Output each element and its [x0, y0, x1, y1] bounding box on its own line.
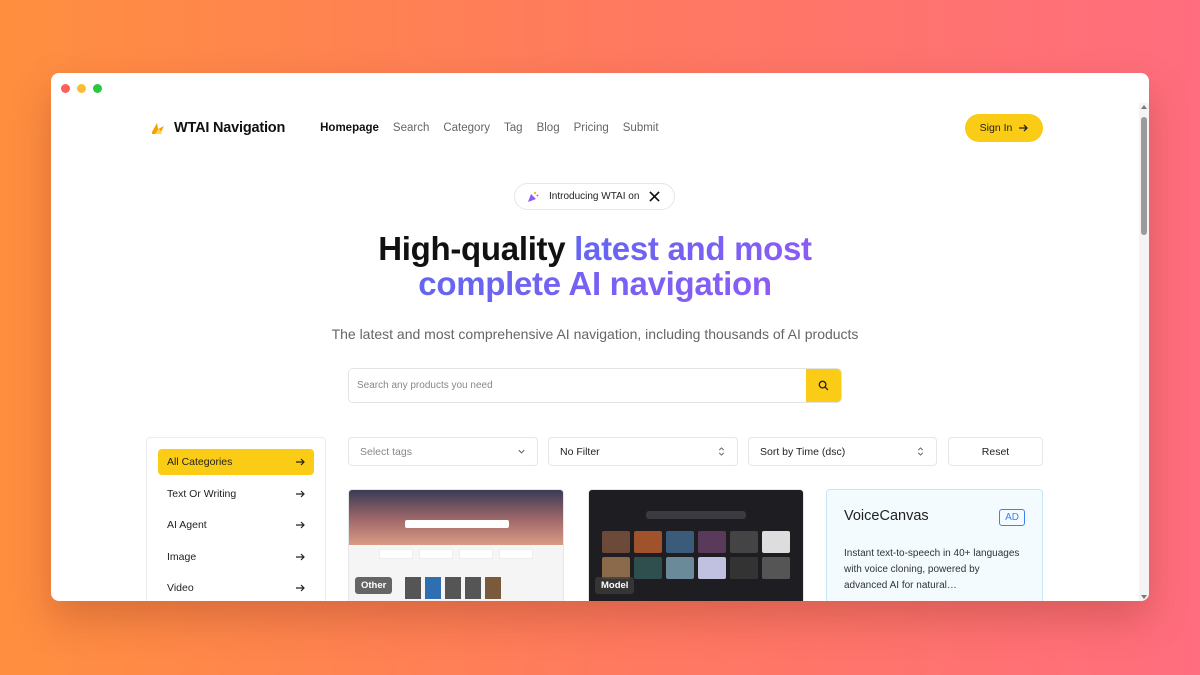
- nav-tag[interactable]: Tag: [504, 122, 523, 134]
- top-navigation: WTAI Navigation Homepage Search Category…: [150, 113, 1043, 143]
- nav-submit[interactable]: Submit: [623, 122, 659, 134]
- vertical-scrollbar[interactable]: [1139, 103, 1149, 601]
- sidebar-item-all-categories[interactable]: All Categories: [158, 449, 314, 475]
- sign-in-label: Sign In: [979, 122, 1013, 134]
- arrow-right-icon: [296, 584, 305, 592]
- nav-category[interactable]: Category: [443, 122, 490, 134]
- product-card[interactable]: Other: [348, 489, 564, 601]
- sidebar-item-label: AI Agent: [167, 519, 207, 531]
- minimize-window-button[interactable]: [77, 84, 86, 93]
- sidebar-item-text-or-writing[interactable]: Text Or Writing: [158, 481, 314, 507]
- sidebar-item-label: All Categories: [167, 456, 233, 468]
- maximize-window-button[interactable]: [93, 84, 102, 93]
- arrow-right-icon: [296, 490, 305, 497]
- search-input[interactable]: [349, 369, 806, 402]
- scroll-up-arrow-icon[interactable]: [1141, 105, 1147, 109]
- card-category-badge: Model: [595, 577, 635, 594]
- reset-label: Reset: [981, 445, 1010, 458]
- wtai-logo-icon: [152, 123, 164, 134]
- nav-search[interactable]: Search: [393, 122, 429, 134]
- hero-subtitle: The latest and most comprehensive AI nav…: [331, 326, 859, 342]
- chevron-up-down-icon: [718, 447, 725, 456]
- sidebar-item-video[interactable]: Video: [158, 575, 314, 601]
- main-menu: Homepage Search Category Tag Blog Pricin…: [320, 122, 658, 134]
- hero-title: High-quality latest and most complete AI…: [51, 231, 1139, 301]
- announcement-pill[interactable]: Introducing WTAI on: [514, 183, 675, 210]
- brand-name: WTAI Navigation: [174, 120, 286, 136]
- arrow-right-icon: [296, 553, 305, 560]
- ad-badge: AD: [999, 509, 1025, 526]
- browser-window: WTAI Navigation Homepage Search Category…: [51, 73, 1149, 601]
- search-button[interactable]: [806, 369, 841, 402]
- ad-title: VoiceCanvas: [844, 508, 929, 524]
- x-logo-icon: [649, 191, 661, 202]
- hero-title-highlight-2: complete AI navigation: [418, 265, 772, 302]
- select-tags-dropdown[interactable]: Select tags: [348, 437, 538, 466]
- product-card[interactable]: Model: [588, 489, 804, 601]
- nav-homepage[interactable]: Homepage: [320, 122, 379, 134]
- card-screenshot: [349, 490, 563, 545]
- sort-select[interactable]: Sort by Time (dsc): [748, 437, 937, 466]
- close-window-button[interactable]: [61, 84, 70, 93]
- card-screenshot: [646, 511, 746, 519]
- brand-link[interactable]: WTAI Navigation: [150, 120, 285, 136]
- announcement-text: Introducing WTAI on: [549, 191, 640, 202]
- sidebar-item-image[interactable]: Image: [158, 544, 314, 570]
- ad-description: Instant text-to-speech in 40+ languages …: [844, 548, 1020, 591]
- hero-title-plain: High-quality: [378, 230, 575, 267]
- sort-select-value: Sort by Time (dsc): [760, 445, 846, 458]
- chevron-down-icon: [518, 449, 525, 454]
- reset-button[interactable]: Reset: [948, 437, 1043, 466]
- select-tags-label: Select tags: [360, 445, 412, 458]
- arrow-right-icon: [1019, 124, 1029, 132]
- nav-pricing[interactable]: Pricing: [574, 122, 609, 134]
- chevron-up-down-icon: [917, 447, 924, 456]
- card-category-badge: Other: [355, 577, 393, 594]
- sidebar-item-ai-agent[interactable]: AI Agent: [158, 512, 314, 538]
- filter-select[interactable]: No Filter: [548, 437, 738, 466]
- arrow-right-icon: [296, 521, 305, 529]
- sidebar-item-label: Text Or Writing: [167, 487, 237, 500]
- filter-select-value: No Filter: [560, 445, 600, 458]
- category-sidebar: All Categories Text Or Writing AI Agent …: [146, 437, 326, 601]
- scrollbar-thumb[interactable]: [1141, 117, 1147, 235]
- sidebar-item-label: Image: [167, 550, 197, 563]
- search-icon: [818, 380, 829, 391]
- nav-blog[interactable]: Blog: [537, 122, 560, 134]
- hero-title-highlight-1: latest and most: [574, 230, 812, 267]
- product-search-bar: [348, 368, 842, 403]
- arrow-right-icon: [296, 458, 305, 466]
- party-popper-icon: [528, 191, 539, 202]
- sign-in-button[interactable]: Sign In: [965, 114, 1043, 142]
- sidebar-item-label: Video: [167, 582, 194, 594]
- window-controls: [61, 84, 102, 93]
- scroll-down-arrow-icon[interactable]: [1141, 595, 1147, 599]
- ad-card[interactable]: VoiceCanvas AD Instant text-to-speech in…: [826, 489, 1043, 601]
